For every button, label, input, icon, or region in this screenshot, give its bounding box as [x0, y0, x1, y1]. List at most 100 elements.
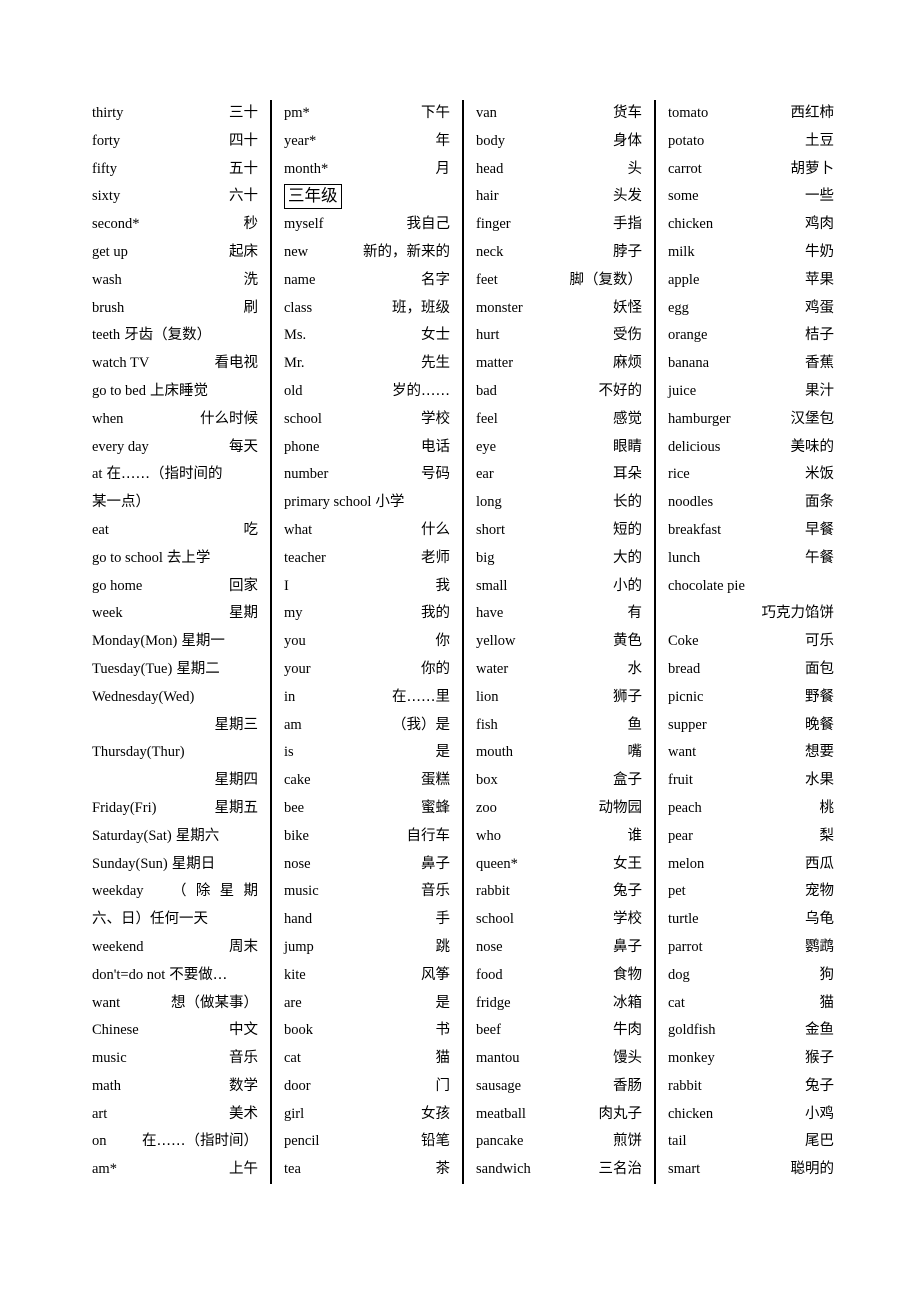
vocab-term-en: are [284, 994, 302, 1011]
vocab-gloss-zh: 跳 [435, 938, 451, 955]
vocab-gloss-zh: 每天 [229, 438, 258, 455]
vocab-entry: year* 年 [284, 128, 450, 156]
vocab-term-en: egg [668, 299, 689, 316]
vocab-gloss-zh: 动物园 [598, 799, 643, 816]
vocab-entry: hamburger 汉堡包 [668, 406, 834, 434]
column-3: van 货车 body 身体 head 头 hair 头发 finger 手指 neck 脖子 feet… [476, 100, 642, 1184]
vocab-entry: queen* 女王 [476, 851, 642, 879]
vocab-gloss-zh: 牛奶 [805, 243, 834, 260]
vocab-entry: thirty 三十 [92, 100, 258, 128]
vocab-gloss-zh: 大的 [613, 549, 642, 566]
vocab-entry: egg 鸡蛋 [668, 295, 834, 323]
vocab-gloss-zh: 女士 [421, 327, 450, 344]
vocab-term-en: don't=do not [92, 966, 166, 983]
vocab-term-en: fish [476, 716, 498, 733]
vocab-gloss-zh: 手指 [613, 216, 642, 233]
vocab-gloss-zh: 梨 [819, 827, 835, 844]
column-divider [450, 100, 476, 1185]
vocab-gloss-zh: 狗 [819, 966, 835, 983]
vocab-term-en: pencil [284, 1133, 320, 1150]
vocab-entry: banana 香蕉 [668, 350, 834, 378]
vocab-term-en: watch TV [92, 355, 150, 372]
vocab-term-en: sandwich [476, 1161, 531, 1178]
vocab-term-en: turtle [668, 911, 699, 928]
vocab-term-en: Coke [668, 633, 699, 650]
vocab-term-en: fruit [668, 772, 693, 789]
vocab-term-en: have [476, 605, 504, 622]
vocab-term-en: brush [92, 299, 125, 316]
vocab-term-en: nose [284, 855, 311, 872]
vocab-entry: new 新的，新来的 [284, 239, 450, 267]
vocab-entry: tea 茶 [284, 1156, 450, 1184]
vocab-entry: small 小的 [476, 573, 642, 601]
vocab-entry: pancake 煎饼 [476, 1128, 642, 1156]
vocab-term-en: supper [668, 716, 707, 733]
vocab-entry: some 一些 [668, 183, 834, 211]
vocab-term-en: in [284, 688, 296, 705]
vocab-entry: art 美术 [92, 1101, 258, 1129]
vocab-term-en: monster [476, 299, 523, 316]
vocab-gloss-zh: 蜜蜂 [421, 799, 450, 816]
vocab-gloss-zh: 班，班级 [392, 299, 450, 316]
column-divider [642, 100, 668, 1185]
vocab-entry: peach 桃 [668, 795, 834, 823]
vocab-term-en: Sunday(Sun) [92, 855, 168, 872]
vocab-term-en: weekday [92, 883, 144, 900]
vocab-entry: primary school 小学 [284, 489, 450, 517]
vocab-entry: week 星期 [92, 600, 258, 628]
vocab-gloss-zh: 新的，新来的 [363, 243, 450, 260]
vocab-term-en: ear [476, 466, 494, 483]
vocab-term-en: Friday(Fri) [92, 799, 157, 816]
vocab-term-en: Wednesday(Wed) [92, 688, 195, 705]
vocab-gloss-zh: 门 [435, 1077, 451, 1094]
vocab-entry: hurt 受伤 [476, 322, 642, 350]
vocab-gloss-zh: 谁 [627, 827, 643, 844]
vocab-term-en: bad [476, 382, 497, 399]
vocab-term-en: Saturday(Sat) [92, 827, 172, 844]
vocab-entry: cat 猫 [284, 1045, 450, 1073]
vocab-entry: are 是 [284, 990, 450, 1018]
vocab-gloss-zh: 学校 [421, 410, 450, 427]
vocab-gloss-zh: 货车 [613, 105, 642, 121]
vocab-gloss-zh: 五十 [229, 160, 258, 177]
vocab-term-en: at [92, 466, 103, 483]
vocab-gloss-zh: 脚（复数） [569, 271, 643, 288]
vocab-entry: Chinese 中文 [92, 1017, 258, 1045]
vocab-term-en: new [284, 243, 309, 260]
vocab-gloss-zh: 鼻子 [421, 855, 450, 872]
vocab-term-en: Thursday(Thur) [92, 744, 185, 761]
vocab-gloss-zh: 汉堡包 [790, 410, 835, 427]
vocab-entry: lion 狮子 [476, 684, 642, 712]
vocab-entry: pet 宠物 [668, 878, 834, 906]
vocab-gloss-zh: 西瓜 [805, 855, 834, 872]
vocab-gloss-zh: 什么时候 [200, 410, 258, 427]
vocab-gloss-zh: 数学 [229, 1077, 258, 1094]
vocab-term-en: cat [668, 994, 685, 1011]
vocab-entry: goldfish 金鱼 [668, 1017, 834, 1045]
vocab-gloss-zh: 食物 [613, 966, 642, 983]
vocab-entry: have 有 [476, 600, 642, 628]
vocab-term-en: school [476, 911, 514, 928]
vocab-gloss-zh: 兔子 [613, 883, 642, 900]
vocab-gloss-zh: 不好的 [598, 382, 643, 399]
vocab-entry: neck 脖子 [476, 239, 642, 267]
vocab-term-en: phone [284, 438, 320, 455]
vocab-entry: monster 妖怪 [476, 295, 642, 323]
vocab-term-en: monkey [668, 1050, 715, 1067]
vocab-term-en: big [476, 549, 495, 566]
vocab-term-en: queen* [476, 855, 518, 872]
vocab-gloss-zh: 星期一 [181, 633, 225, 650]
vocab-gloss-zh: 麻烦 [613, 355, 642, 372]
vocab-term-en: goldfish [668, 1022, 716, 1039]
vocab-gloss-zh: 秒 [243, 216, 259, 233]
vocab-term-en: number [284, 466, 329, 483]
vocab-term-en: music [284, 883, 319, 900]
vocab-term-en: go home [92, 577, 143, 594]
vocab-entry: rice 米饭 [668, 461, 834, 489]
vocab-term-en: kite [284, 966, 306, 983]
vocab-term-en: orange [668, 327, 708, 344]
vocab-entry: hand 手 [284, 906, 450, 934]
vocab-term-en: dog [668, 966, 690, 983]
vocab-entry: watch TV 看电视 [92, 350, 258, 378]
vocab-term-en: go to school [92, 549, 163, 566]
